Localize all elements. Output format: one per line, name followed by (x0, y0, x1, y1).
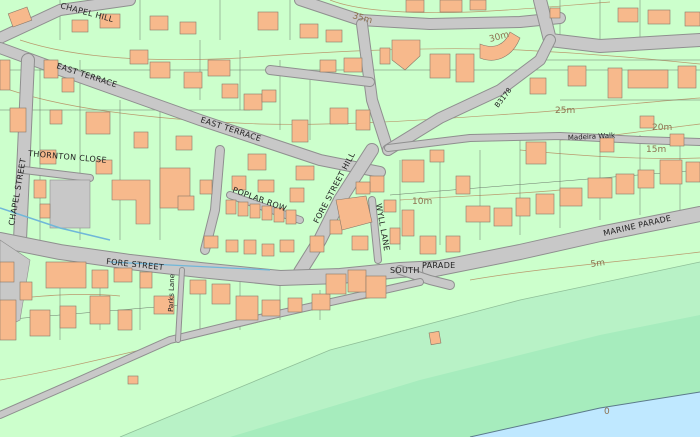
map-canvas[interactable]: CHAPEL HILL EAST TERRACE EAST TERRACE TH… (0, 0, 700, 437)
elev-20m: 20m (652, 123, 672, 133)
label-parade[interactable]: PARADE (422, 261, 456, 270)
label-parks-lane[interactable]: Parks Lane (167, 274, 176, 312)
elev-15m: 15m (646, 145, 666, 155)
elev-25m: 25m (555, 106, 575, 116)
map-svg[interactable]: CHAPEL HILL EAST TERRACE EAST TERRACE TH… (0, 0, 700, 437)
elev-5m: 5m (590, 258, 606, 270)
elev-10m: 10m (412, 197, 432, 207)
elev-0: 0 (604, 407, 610, 417)
label-south[interactable]: SOUTH (390, 266, 420, 275)
